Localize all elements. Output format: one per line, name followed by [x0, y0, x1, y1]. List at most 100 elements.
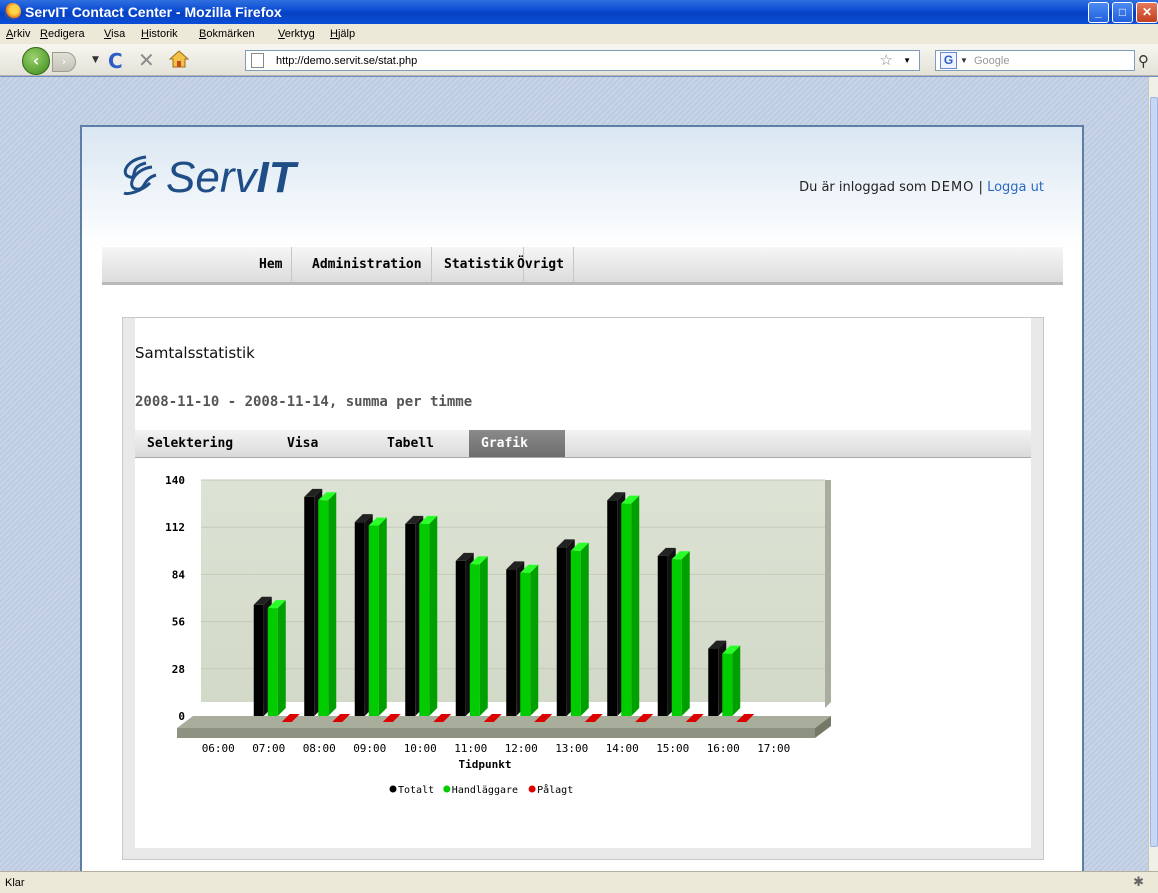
bar-handläggare	[570, 550, 581, 716]
bar-totalt	[556, 547, 567, 716]
menu-historik[interactable]: Historik	[141, 28, 178, 40]
menu-redigera[interactable]: Redigera	[40, 28, 85, 40]
bar-side-handläggare	[631, 495, 640, 716]
bar-totalt	[506, 569, 517, 716]
bar-side-handläggare	[429, 515, 438, 716]
bar-handläggare	[318, 500, 329, 716]
menubar: Arkiv Redigera Visa Historik Bokmärken V…	[0, 24, 1158, 44]
y-tick-label: 84	[172, 568, 186, 581]
tab-selektering[interactable]: Selektering	[135, 430, 245, 457]
vertical-scrollbar[interactable]	[1148, 77, 1158, 871]
minimize-button[interactable]: _	[1088, 2, 1109, 23]
menu-bokmarken[interactable]: Bokmärken	[199, 28, 255, 40]
legend-entry: Pålagt	[537, 783, 573, 796]
page-icon	[251, 53, 264, 68]
close-button[interactable]: ✕	[1136, 2, 1158, 23]
url-text[interactable]: http://demo.servit.se/stat.php	[276, 55, 417, 67]
x-tick-label: 09:00	[353, 742, 386, 755]
chart-legend: Totalt Handläggare Pålagt	[389, 783, 573, 796]
login-user: DEMO	[930, 180, 975, 195]
firebug-icon[interactable]: ✱	[1133, 874, 1144, 890]
bar-side-handläggare	[530, 564, 539, 716]
bar-handläggare	[267, 608, 278, 716]
back-icon[interactable]: ‹	[22, 47, 50, 75]
bar-totalt	[657, 555, 668, 716]
reload-icon[interactable]: C	[108, 49, 123, 73]
bar-totalt	[253, 604, 264, 716]
navigation-toolbar: ‹ › ▼ C ✕ http://demo.servit.se/stat.php…	[0, 44, 1158, 76]
x-tick-label: 11:00	[454, 742, 487, 755]
legend-marker	[389, 785, 397, 793]
statistics-panel-body: Samtalsstatistik 2008-11-10 - 2008-11-14…	[135, 318, 1031, 848]
x-tick-label: 07:00	[252, 742, 285, 755]
google-icon[interactable]: G	[940, 52, 957, 69]
search-input[interactable]: Google	[974, 55, 1009, 67]
login-info: Du är inloggad som DEMO | Logga ut	[799, 180, 1044, 195]
history-dropdown-icon[interactable]: ▼	[92, 55, 99, 65]
plot-right-wall	[825, 480, 831, 708]
bar-side-handläggare	[681, 551, 690, 716]
window-titlebar: ServIT Contact Center - Mozilla Firefox …	[0, 0, 1158, 24]
y-tick-label: 112	[165, 521, 185, 534]
maximize-button[interactable]: □	[1112, 2, 1133, 23]
menu-item-hem[interactable]: Hem	[250, 247, 293, 282]
window-title: ServIT Contact Center - Mozilla Firefox	[25, 4, 282, 20]
tab-grafik[interactable]: Grafik	[469, 430, 565, 457]
bar-totalt	[304, 496, 315, 716]
search-icon[interactable]: ⚲	[1138, 52, 1149, 70]
legend-marker	[528, 785, 536, 793]
home-icon[interactable]	[169, 49, 189, 69]
content-viewport: ServIT Du är inloggad som DEMO | Logga u…	[0, 77, 1148, 885]
menu-hjalp[interactable]: Hjälp	[330, 28, 355, 40]
x-axis: 06:00 07:00 08:00 09:00 10:00 11:00 12:00 13:00…	[202, 742, 791, 755]
menu-visa[interactable]: Visa	[104, 28, 125, 40]
page-header: ServIT Du är inloggad som DEMO | Logga u…	[82, 127, 1082, 247]
bar-side-handläggare	[378, 517, 387, 716]
legend-entry: Totalt	[398, 785, 434, 796]
servit-logo: ServIT	[116, 153, 296, 203]
floor-top	[177, 716, 831, 728]
bar-handläggare	[671, 559, 682, 716]
login-prefix: Du är inloggad som	[799, 180, 927, 195]
floor-front	[177, 728, 815, 738]
scrollbar-thumb[interactable]	[1150, 97, 1158, 847]
menu-verktyg[interactable]: Verktyg	[278, 28, 315, 40]
bar-totalt	[405, 523, 416, 716]
status-bar: Klar ✱	[0, 871, 1158, 893]
menu-arkiv[interactable]: Arkiv	[6, 28, 30, 40]
forward-icon[interactable]: ›	[52, 52, 76, 72]
url-bar[interactable]: http://demo.servit.se/stat.php ☆ ▼	[245, 50, 920, 71]
tab-visa[interactable]: Visa	[275, 430, 330, 457]
bar-totalt	[607, 500, 618, 716]
x-tick-label: 14:00	[606, 742, 639, 755]
logout-link[interactable]: Logga ut	[987, 180, 1044, 195]
status-text: Klar	[5, 877, 25, 889]
y-tick-label: 140	[165, 476, 185, 487]
x-axis-label: Tidpunkt	[459, 758, 512, 771]
url-dropdown-icon[interactable]: ▼	[903, 56, 911, 65]
search-bar[interactable]: G ▼ Google	[935, 50, 1135, 71]
stop-icon[interactable]: ✕	[138, 48, 155, 72]
bar-handläggare	[368, 525, 379, 716]
y-tick-label: 28	[172, 663, 185, 676]
bar-totalt	[708, 648, 719, 716]
menu-item-ovrigt[interactable]: Övrigt	[508, 247, 574, 282]
menu-item-administration[interactable]: Administration	[303, 247, 432, 282]
statistics-panel: Samtalsstatistik 2008-11-10 - 2008-11-14…	[122, 317, 1044, 860]
bar-side-handläggare	[732, 645, 741, 716]
tab-tabell[interactable]: Tabell	[375, 430, 446, 457]
page-container: ServIT Du är inloggad som DEMO | Logga u…	[80, 125, 1084, 885]
bar-side-handläggare	[580, 542, 589, 716]
main-menu: Hem Administration Statistik Övrigt	[102, 247, 1063, 285]
legend-marker	[443, 785, 451, 793]
bar-totalt	[354, 522, 365, 716]
logo-swirl-icon	[123, 155, 157, 195]
panel-title: Samtalsstatistik	[135, 344, 255, 362]
legend-entry: Handläggare	[452, 785, 518, 796]
x-tick-label: 17:00	[757, 742, 790, 755]
y-axis: 0 28 56 84 112 140	[165, 476, 185, 723]
login-separator: |	[978, 180, 983, 195]
star-icon[interactable]: ☆	[880, 51, 893, 69]
bar-handläggare	[469, 564, 480, 716]
search-engine-dropdown-icon[interactable]: ▼	[960, 56, 968, 65]
